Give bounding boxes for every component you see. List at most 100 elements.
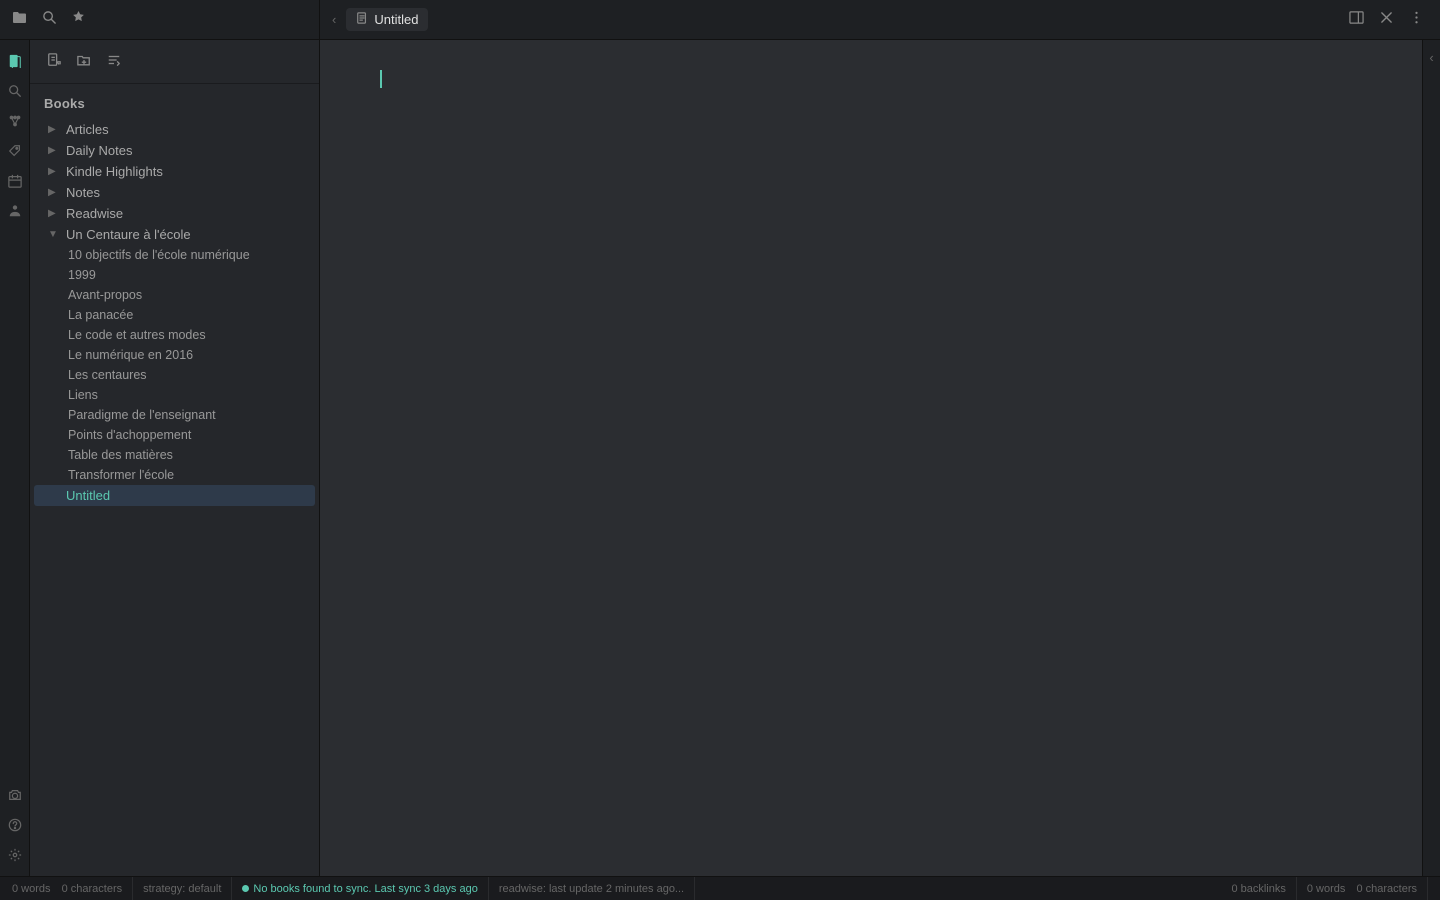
- child-label: Le code et autres modes: [68, 328, 206, 342]
- status-right: 0 backlinks 0 words 0 characters: [1231, 877, 1428, 900]
- sidebar-item-daily-notes[interactable]: ▶ Daily Notes: [34, 140, 315, 161]
- readwise-status: readwise: last update 2 minutes ago...: [489, 877, 695, 900]
- backlinks-label: 0 backlinks: [1231, 883, 1285, 895]
- sidebar-child-item[interactable]: Le code et autres modes: [54, 325, 315, 345]
- folder-icon[interactable]: [12, 10, 28, 30]
- new-folder-button[interactable]: [74, 50, 94, 73]
- sidebar-child-item[interactable]: 1999: [54, 265, 315, 285]
- child-label: 10 objectifs de l'école numérique: [68, 248, 250, 262]
- child-label: Le numérique en 2016: [68, 348, 193, 362]
- chevron-right-icon: ▶: [48, 166, 60, 177]
- bottom-nav-icons: [2, 782, 28, 876]
- sidebar-item-label: Untitled: [66, 488, 110, 503]
- sidebar-child-item[interactable]: Le numérique en 2016: [54, 345, 315, 365]
- sidebar-child-item[interactable]: Paradigme de l'enseignant: [54, 405, 315, 425]
- file-sidebar: Books ▶ Articles ▶ Daily Notes ▶ Kindle …: [30, 40, 320, 876]
- sidebar-item-notes[interactable]: ▶ Notes: [34, 182, 315, 203]
- top-bar: ‹ Untitled: [0, 0, 1440, 40]
- nav-calendar-icon[interactable]: [2, 168, 28, 194]
- nav-person-icon[interactable]: [2, 198, 28, 224]
- more-options-button[interactable]: [1405, 6, 1428, 33]
- word-count-status: 0 words 0 characters: [12, 877, 133, 900]
- child-label: Liens: [68, 388, 98, 402]
- sidebar-item-articles[interactable]: ▶ Articles: [34, 119, 315, 140]
- sidebar-child-item[interactable]: Points d'achoppement: [54, 425, 315, 445]
- nav-tags-icon[interactable]: [2, 138, 28, 164]
- new-file-button[interactable]: [44, 50, 64, 73]
- top-bar-main: ‹ Untitled: [320, 8, 1345, 31]
- chevron-right-icon: ▶: [48, 208, 60, 219]
- active-tab[interactable]: Untitled: [346, 8, 428, 31]
- child-label: La panacée: [68, 308, 133, 322]
- sidebar-child-item[interactable]: 10 objectifs de l'école numérique: [54, 245, 315, 265]
- sidebar-child-item[interactable]: Les centaures: [54, 365, 315, 385]
- file-tree: Books ▶ Articles ▶ Daily Notes ▶ Kindle …: [30, 84, 319, 876]
- nav-settings-icon[interactable]: [2, 842, 28, 868]
- back-button[interactable]: ‹: [332, 12, 336, 27]
- right-panel-toggle-button[interactable]: ‹: [1429, 50, 1433, 65]
- child-label: 1999: [68, 268, 96, 282]
- nav-help-icon[interactable]: [2, 812, 28, 838]
- sidebar-item-label: Readwise: [66, 206, 123, 221]
- right-chars-label: 0 characters: [1356, 883, 1417, 895]
- sidebar-child-item[interactable]: Liens: [54, 385, 315, 405]
- sort-button[interactable]: [104, 50, 124, 73]
- child-label: Les centaures: [68, 368, 147, 382]
- readwise-label: readwise: last update 2 minutes ago...: [499, 883, 684, 895]
- sidebar-child-item[interactable]: Avant-propos: [54, 285, 315, 305]
- sync-status: No books found to sync. Last sync 3 days…: [232, 877, 488, 900]
- sidebar-item-centaure[interactable]: ▼ Un Centaure à l'école: [34, 224, 315, 245]
- star-icon[interactable]: [71, 10, 86, 29]
- words-label: 0 words: [12, 883, 51, 895]
- sidebar-item-label: Notes: [66, 185, 100, 200]
- editor-area: [320, 40, 1422, 876]
- child-label: Paradigme de l'enseignant: [68, 408, 216, 422]
- books-section-header: Books: [30, 92, 319, 115]
- right-panel: ‹: [1422, 40, 1440, 876]
- backlinks-status: 0 backlinks: [1231, 877, 1296, 900]
- sidebar-item-readwise[interactable]: ▶ Readwise: [34, 203, 315, 224]
- strategy-status: strategy: default: [133, 877, 232, 900]
- sidebar-item-label: Kindle Highlights: [66, 164, 163, 179]
- nav-books-icon[interactable]: [2, 48, 28, 74]
- panel-toggle-button[interactable]: [1345, 6, 1368, 33]
- tab-file-icon: [356, 12, 368, 27]
- strategy-label: strategy: default: [143, 883, 221, 895]
- top-bar-left: [0, 0, 320, 39]
- child-label: Transformer l'école: [68, 468, 174, 482]
- sidebar-item-label: Articles: [66, 122, 109, 137]
- books-label: Books: [44, 96, 85, 111]
- sync-dot-icon: [242, 885, 249, 892]
- editor-content[interactable]: [320, 40, 1422, 876]
- centaure-children: 10 objectifs de l'école numérique 1999 A…: [30, 245, 319, 485]
- child-label: Points d'achoppement: [68, 428, 191, 442]
- close-tab-button[interactable]: [1376, 7, 1397, 32]
- status-bar: 0 words 0 characters strategy: default N…: [0, 876, 1440, 900]
- child-label: Avant-propos: [68, 288, 142, 302]
- chevron-right-icon: ▶: [48, 187, 60, 198]
- sidebar-child-item[interactable]: La panacée: [54, 305, 315, 325]
- sidebar-child-item[interactable]: Table des matières: [54, 445, 315, 465]
- main-content: Books ▶ Articles ▶ Daily Notes ▶ Kindle …: [0, 40, 1440, 876]
- sidebar-item-label: Daily Notes: [66, 143, 132, 158]
- top-bar-actions: [1345, 6, 1440, 33]
- nav-search-icon[interactable]: [2, 78, 28, 104]
- text-cursor: [380, 70, 382, 88]
- sidebar-item-untitled[interactable]: ▶ Untitled: [34, 485, 315, 506]
- sidebar-item-kindle-highlights[interactable]: ▶ Kindle Highlights: [34, 161, 315, 182]
- sidebar-child-item[interactable]: Transformer l'école: [54, 465, 315, 485]
- tab-title: Untitled: [374, 12, 418, 27]
- icon-sidebar: [0, 40, 30, 876]
- chevron-right-icon: ▶: [48, 124, 60, 135]
- right-words-label: 0 words: [1307, 883, 1346, 895]
- search-icon[interactable]: [42, 10, 57, 29]
- child-label: Table des matières: [68, 448, 173, 462]
- right-word-count-status: 0 words 0 characters: [1297, 877, 1428, 900]
- sidebar-toolbar: [30, 40, 319, 84]
- nav-graph-icon[interactable]: [2, 108, 28, 134]
- nav-snapshot-icon[interactable]: [2, 782, 28, 808]
- chars-label: 0 characters: [62, 883, 123, 895]
- chevron-right-icon: ▶: [48, 145, 60, 156]
- sidebar-item-label: Un Centaure à l'école: [66, 227, 191, 242]
- chevron-down-icon: ▼: [48, 229, 60, 240]
